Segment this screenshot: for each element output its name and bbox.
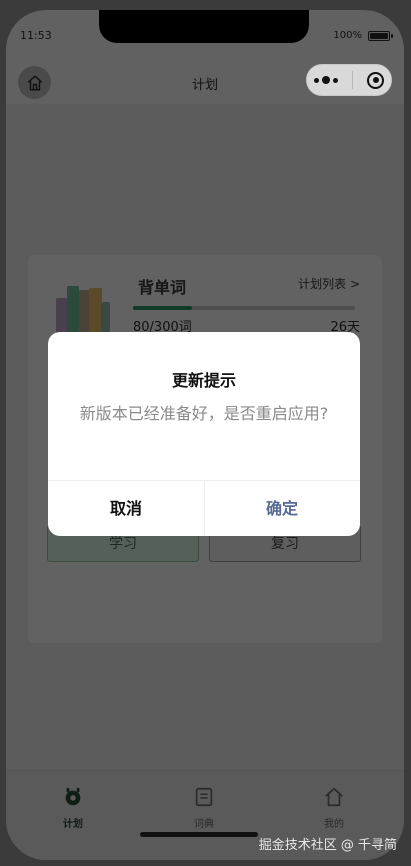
confirm-button[interactable]: 确定	[204, 481, 360, 536]
progress-bar-fill	[133, 306, 193, 310]
cancel-button[interactable]: 取消	[48, 481, 204, 536]
battery-percent: 100%	[333, 30, 362, 41]
tab-profile[interactable]: 我的	[294, 786, 374, 830]
progress-bar	[133, 306, 355, 310]
status-battery: 100%	[333, 30, 393, 41]
navigation-bar: 计划	[6, 64, 404, 104]
more-dots-icon	[314, 77, 319, 83]
dialog-message: 新版本已经准备好，是否重启应用?	[79, 404, 329, 423]
tab-dictionary-label: 词典	[194, 819, 214, 830]
notch	[99, 10, 309, 43]
home-indicator	[140, 832, 258, 837]
miniprogram-capsule	[306, 64, 392, 96]
tab-dictionary[interactable]: 词典	[164, 786, 244, 830]
close-miniprogram-button[interactable]	[367, 71, 384, 89]
more-menu-button[interactable]	[314, 76, 338, 84]
watermark: 掘金技术社区 @ 千寻简	[258, 838, 397, 853]
profile-icon	[325, 787, 343, 807]
book-title: 背单词	[138, 278, 187, 297]
target-icon	[372, 77, 379, 83]
tab-plan-label: 计划	[63, 819, 83, 830]
plan-icon	[65, 787, 81, 806]
capsule-divider	[352, 71, 353, 89]
status-time: 11:53	[20, 29, 52, 42]
dialog-title: 更新提示	[171, 371, 236, 390]
tab-plan[interactable]: 计划	[33, 786, 113, 830]
dictionary-icon	[195, 787, 213, 807]
plan-list-link[interactable]: 计划列表 >	[298, 275, 360, 292]
battery-icon	[368, 30, 393, 41]
update-dialog: 更新提示 新版本已经准备好，是否重启应用? 取消 确定	[48, 332, 360, 536]
tab-profile-label: 我的	[324, 819, 344, 830]
